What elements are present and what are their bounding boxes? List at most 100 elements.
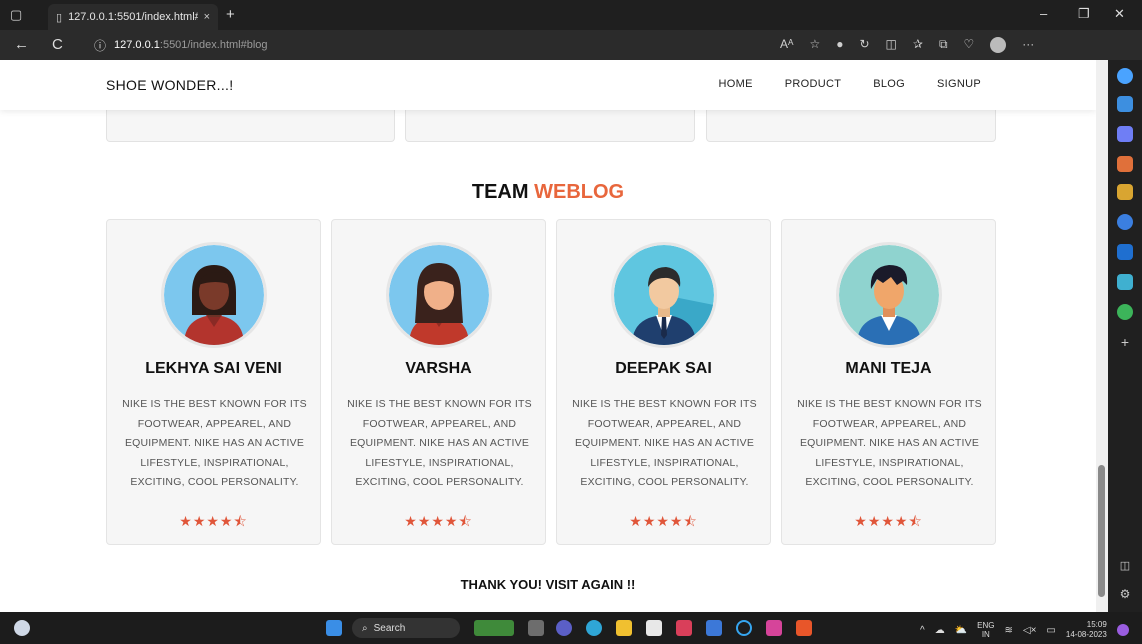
page-scrollbar[interactable] — [1096, 60, 1108, 612]
star-rating: ★★★★⯪ — [854, 513, 923, 529]
previous-section-cards — [106, 110, 996, 142]
restore-icon[interactable]: ❐ — [1078, 6, 1090, 22]
team-card: MANI TEJA NIKE IS THE BEST KNOWN FOR ITS… — [781, 219, 996, 545]
avatar — [836, 242, 942, 348]
games-icon[interactable] — [1117, 214, 1133, 230]
nav-home[interactable]: HOME — [719, 78, 753, 90]
close-window-icon[interactable]: ✕ — [1114, 6, 1125, 22]
section-title-main: TEAM — [471, 181, 529, 203]
mcafee-icon[interactable] — [676, 620, 692, 636]
read-aloud-icon[interactable]: Aᴬ — [780, 37, 793, 53]
nav-signup[interactable]: SIGNUP — [937, 78, 981, 90]
search-icon: ⌕ — [362, 622, 368, 634]
site-nav: HOME PRODUCT BLOG SIGNUP — [719, 78, 981, 90]
star-rating: ★★★★⯪ — [629, 513, 698, 529]
nav-product[interactable]: PRODUCT — [785, 78, 842, 90]
more-icon[interactable]: ··· — [1022, 37, 1034, 53]
edge-icon[interactable] — [586, 620, 602, 636]
edge-sidebar: + ◫ ⚙ — [1108, 60, 1142, 612]
battery-icon[interactable]: ▭ — [1046, 625, 1055, 636]
page-icon: ▯ — [56, 11, 63, 24]
taskbar-search-label: Search — [373, 622, 406, 634]
site-info-icon[interactable]: ⓘ — [94, 37, 106, 54]
site-header: SHOE WONDER...! HOME PRODUCT BLOG SIGNUP — [0, 60, 1096, 110]
collections-icon[interactable]: ⧉ — [939, 37, 948, 53]
language-indicator[interactable]: ENG IN — [977, 621, 994, 639]
windows-taskbar: ⌕ Search ^ ☁ ⛅ ENG IN ≋ ◁× ▭ 15:09 14-08… — [0, 612, 1142, 644]
avatar — [386, 242, 492, 348]
app-l-icon[interactable] — [706, 620, 722, 636]
brave-icon[interactable] — [796, 620, 812, 636]
previous-card — [106, 110, 395, 142]
teams-icon[interactable] — [556, 620, 572, 636]
member-description: NIKE IS THE BEST KNOWN FOR ITS FOOTWEAR,… — [572, 398, 757, 489]
tree-icon[interactable] — [1117, 304, 1133, 320]
settings-icon[interactable]: ⚙ — [1117, 586, 1133, 602]
shopping-icon[interactable] — [1117, 156, 1133, 172]
store-icon[interactable] — [646, 620, 662, 636]
people-icon[interactable] — [1117, 184, 1133, 200]
cloud-icon[interactable]: ☁ — [935, 625, 945, 636]
reload-icon[interactable]: C — [52, 36, 63, 53]
avatar — [611, 242, 717, 348]
task-view-icon[interactable] — [528, 620, 544, 636]
nav-blog[interactable]: BLOG — [873, 78, 905, 90]
tray-overflow-icon[interactable]: ^ — [920, 625, 925, 636]
taskbar-search[interactable]: ⌕ Search — [352, 618, 460, 638]
notification-icon[interactable] — [1117, 68, 1133, 84]
clock[interactable]: 15:09 14-08-2023 — [1066, 620, 1107, 640]
member-description: NIKE IS THE BEST KNOWN FOR ITS FOOTWEAR,… — [797, 398, 982, 489]
browser-tab[interactable]: ▯ 127.0.0.1:5501/index.html#blog × — [48, 4, 218, 30]
extension-icon[interactable]: ● — [836, 37, 843, 53]
start-icon[interactable] — [326, 620, 342, 636]
member-name: LEKHYA SAI VENI — [145, 360, 282, 377]
star-rating: ★★★★⯪ — [404, 513, 473, 529]
section-title: TEAM WEBLOG — [0, 181, 1096, 204]
system-tray: ^ ☁ ⛅ ENG IN ≋ ◁× ▭ 15:09 14-08-2023 — [920, 620, 1129, 640]
copilot-icon[interactable]: ♡ — [964, 37, 975, 53]
volume-icon[interactable]: ◁× — [1023, 625, 1037, 636]
widgets-icon[interactable] — [474, 620, 514, 636]
tag-icon[interactable] — [1117, 126, 1133, 142]
page-viewport: SHOE WONDER...! HOME PRODUCT BLOG SIGNUP… — [0, 60, 1096, 612]
window-menu-icon[interactable]: ▢ — [10, 7, 22, 23]
add-icon[interactable]: + — [1117, 334, 1133, 350]
clock-time: 15:09 — [1086, 620, 1107, 629]
url-host: 127.0.0.1 — [114, 39, 160, 51]
scrollbar-thumb[interactable] — [1098, 465, 1105, 597]
onedrive-icon[interactable]: ⛅ — [955, 625, 967, 636]
profile-icon[interactable] — [990, 37, 1007, 53]
member-description: NIKE IS THE BEST KNOWN FOR ITS FOOTWEAR,… — [347, 398, 532, 489]
search-icon[interactable] — [1117, 96, 1133, 112]
file-explorer-icon[interactable] — [616, 620, 632, 636]
star-rating: ★★★★⯪ — [179, 513, 248, 529]
previous-card — [405, 110, 695, 142]
weather-icon[interactable] — [14, 620, 30, 636]
cortana-icon[interactable] — [736, 620, 752, 636]
tab-close-icon[interactable]: × — [204, 11, 210, 23]
instagram-icon[interactable] — [766, 620, 782, 636]
lang-bottom: IN — [981, 630, 990, 639]
refresh-icon[interactable]: ↻ — [859, 37, 869, 53]
member-name: MANI TEJA — [845, 360, 932, 377]
back-icon[interactable]: ← — [14, 36, 29, 53]
minimize-icon[interactable]: – — [1040, 6, 1047, 21]
favorites-icon[interactable]: ✰ — [913, 37, 923, 53]
split-screen-icon[interactable]: ◫ — [886, 37, 897, 53]
woman-avatar-icon — [164, 245, 264, 345]
thank-you-message: THANK YOU! VISIT AGAIN !! — [460, 577, 636, 592]
toolbar-icons: Aᴬ ☆ ● ↻ ◫ ✰ ⧉ ♡ ··· — [780, 37, 1034, 53]
favorite-icon[interactable]: ☆ — [809, 37, 820, 53]
woman-avatar-icon — [389, 245, 489, 345]
previous-card — [706, 110, 996, 142]
send-icon[interactable] — [1117, 274, 1133, 290]
new-tab-button[interactable]: + — [226, 6, 235, 23]
outlook-icon[interactable] — [1117, 244, 1133, 260]
site-brand[interactable]: SHOE WONDER...! — [106, 77, 233, 93]
address-bar[interactable]: ⓘ 127.0.0.1 :5501/index.html#blog — [86, 34, 772, 56]
wifi-icon[interactable]: ≋ — [1005, 625, 1013, 636]
tab-title: 127.0.0.1:5501/index.html#blog — [68, 11, 198, 23]
avatar — [161, 242, 267, 348]
notification-badge-icon[interactable] — [1116, 624, 1129, 636]
sidebar-toggle-icon[interactable]: ◫ — [1117, 558, 1133, 574]
